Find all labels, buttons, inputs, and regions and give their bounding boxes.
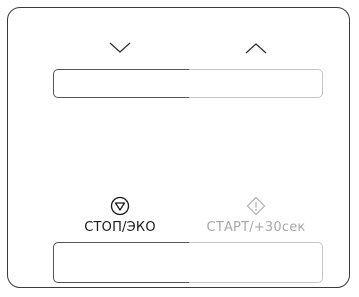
up-button[interactable] (189, 69, 323, 98)
start-30sec-button[interactable] (189, 242, 323, 283)
chevron-down-icon (108, 41, 132, 55)
stop-eco-label: СТОП/ЭКО (84, 220, 156, 235)
stop-eco-button[interactable] (53, 242, 190, 283)
start-30sec-label: СТАРТ/+30сек (206, 220, 306, 235)
down-button[interactable] (53, 69, 190, 98)
stop-triangle-icon (110, 196, 130, 216)
chevron-up-icon (244, 41, 268, 55)
start-diamond-icon (246, 196, 266, 216)
